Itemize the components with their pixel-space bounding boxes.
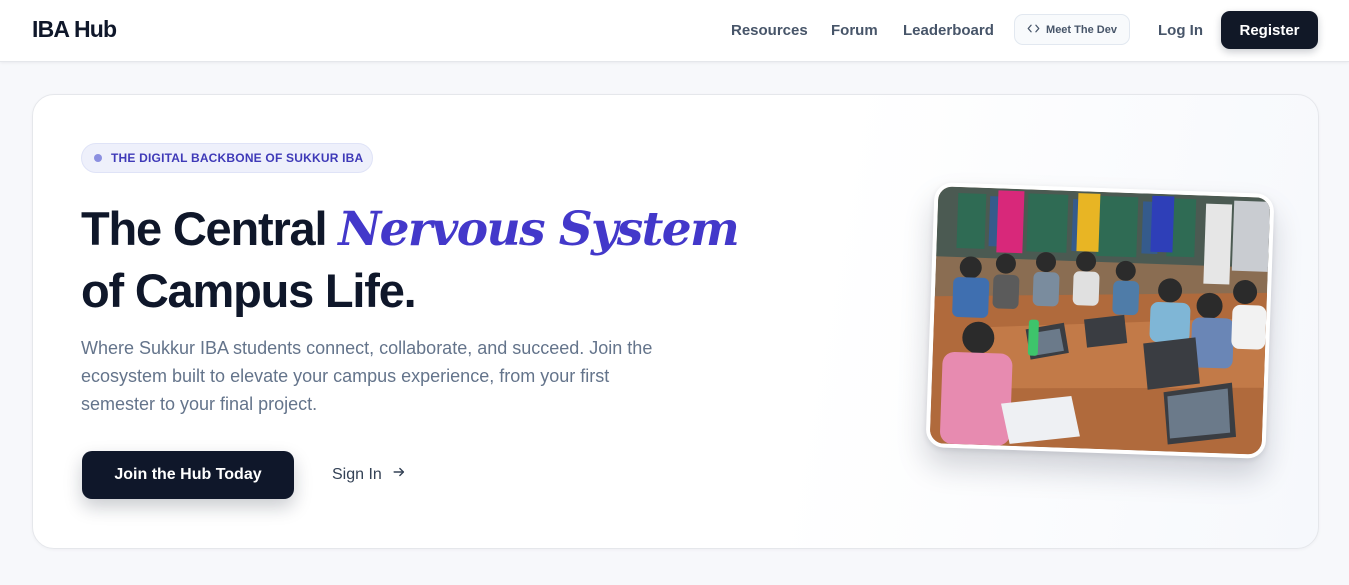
login-link[interactable]: Log In [1158,22,1203,39]
code-icon [1027,22,1040,38]
join-hub-button[interactable]: Join the Hub Today [82,451,294,499]
headline-accent: Nervous System [338,202,740,257]
arrow-right-icon [392,465,406,484]
hero-subtext: Where Sukkur IBA students connect, colla… [81,338,653,414]
meet-the-dev-label: Meet The Dev [1046,23,1117,36]
nav-link-resources[interactable]: Resources [731,22,808,39]
nav-link-forum[interactable]: Forum [831,22,878,39]
nav-link-leaderboard[interactable]: Leaderboard [903,22,994,39]
hero-headline: The Central Nervous System of Campus Lif… [81,198,740,321]
hero-photo [925,182,1275,459]
headline-part-1: The Central [81,202,339,255]
campus-photo-illustration [929,186,1271,455]
headline-part-2: of Campus Life. [81,264,417,317]
hero-badge: THE DIGITAL BACKBONE OF SUKKUR IBA [81,143,373,173]
sign-in-label: Sign In [332,465,382,483]
register-button[interactable]: Register [1221,11,1318,49]
badge-text: THE DIGITAL BACKBONE OF SUKKUR IBA [111,151,364,165]
meet-the-dev-button[interactable]: Meet The Dev [1014,14,1130,45]
brand-logo[interactable]: IBA Hub [32,16,117,43]
sign-in-link[interactable]: Sign In [332,465,406,484]
navbar: IBA Hub Resources Forum Leaderboard Meet… [0,0,1349,62]
badge-dot [94,154,102,162]
